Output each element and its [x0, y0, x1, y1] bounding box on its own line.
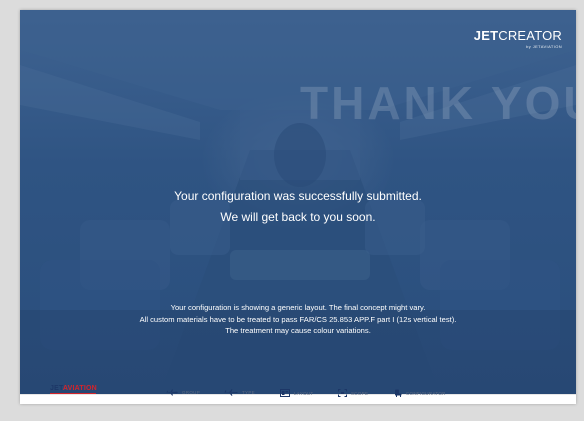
step-layout-label: LAYOUT	[294, 390, 314, 396]
disclaimer-line-2: All custom materials have to be treated …	[139, 314, 457, 324]
disclaimer-text: Your configuration is showing a generic …	[20, 302, 576, 337]
jet-icon	[224, 389, 238, 396]
success-message: Your configuration was successfully subm…	[20, 186, 576, 228]
thank-you-headline: THANK YOU	[300, 77, 576, 129]
jetaviation-logo[interactable]: JETAVIATION	[50, 385, 97, 392]
success-message-line-1: Your configuration was successfully subm…	[174, 189, 422, 203]
step-group-label: GROUP	[182, 390, 201, 395]
jetcreator-logo-primary: JET	[473, 28, 499, 43]
jetaviation-logo-underline	[50, 393, 96, 394]
jetcreator-logo-sub: by JETAVIATION	[526, 44, 562, 49]
disclaimer-line-3: The treatment may cause colour variation…	[225, 326, 371, 335]
step-type[interactable]: TYPE	[224, 389, 255, 396]
scope-icon	[338, 389, 347, 397]
step-configurator[interactable]: CONFIGURATOR	[394, 389, 446, 397]
jetcreator-logo[interactable]: JETCREATOR by JETAVIATION	[474, 28, 562, 49]
layout-icon	[280, 389, 290, 397]
airplane-icon	[166, 389, 178, 396]
step-scope-label: SCOPE	[351, 390, 369, 396]
step-configurator-label: CONFIGURATOR	[406, 390, 446, 396]
step-layout[interactable]: LAYOUT	[280, 389, 313, 397]
disclaimer-line-1: Your configuration is showing a generic …	[170, 303, 426, 312]
step-type-label: TYPE	[242, 390, 255, 395]
jetcreator-logo-secondary: CREATOR	[498, 28, 562, 43]
jetaviation-logo-primary: JET	[50, 385, 63, 392]
success-message-line-2: We will get back to you soon.	[220, 210, 376, 224]
jetaviation-logo-secondary: AVIATION	[62, 385, 97, 392]
thank-you-hero: JETCREATOR by JETAVIATION THANK YOU Your…	[20, 10, 576, 395]
step-scope[interactable]: SCOPE	[338, 389, 368, 397]
footer-step-bar: JETAVIATION GROUP TYPE LAYOUT SCOPE CONF…	[20, 385, 576, 404]
step-group[interactable]: GROUP	[166, 389, 200, 396]
app-frame: JETCREATOR by JETAVIATION THANK YOU Your…	[20, 10, 576, 404]
seat-icon	[394, 389, 402, 397]
